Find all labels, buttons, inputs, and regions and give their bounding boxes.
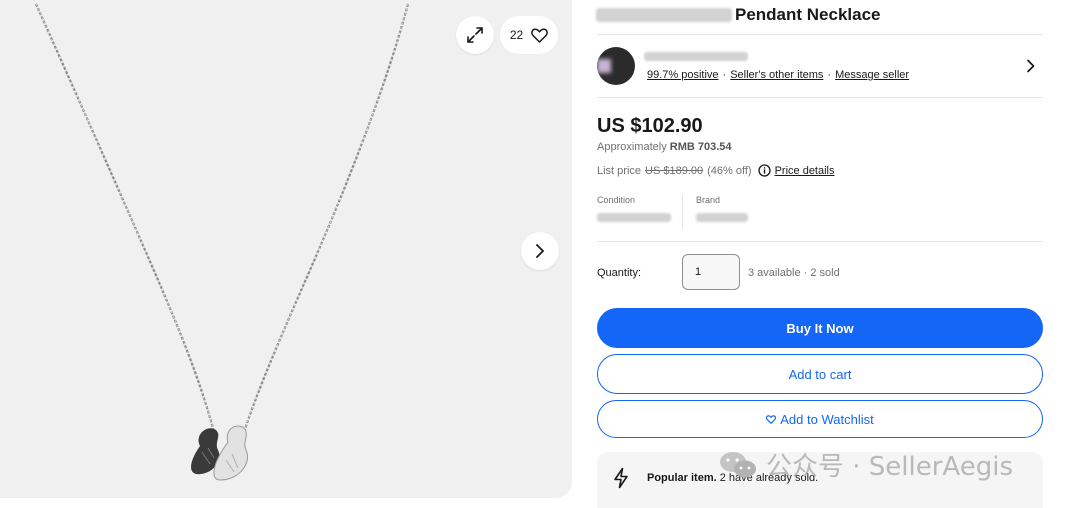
heart-icon	[766, 414, 777, 424]
seller-avatar[interactable]	[597, 47, 635, 85]
seller-links: 99.7% positive · Seller's other items · Mess…	[647, 69, 909, 81]
seller-name-blurred	[644, 52, 748, 61]
seller-other-items-link[interactable]: Seller's other items	[730, 69, 823, 81]
add-to-watchlist-button[interactable]: Add to Watchlist	[597, 400, 1043, 438]
buy-it-now-label: Buy It Now	[786, 320, 854, 336]
lightning-icon	[614, 467, 628, 489]
approx-value: RMB 703.54	[669, 141, 732, 153]
divider	[597, 97, 1043, 98]
next-image-button[interactable]	[521, 232, 559, 270]
discount-percent: (46% off)	[707, 164, 752, 177]
quantity-input[interactable]: 1	[682, 254, 740, 290]
list-price-row: List price US $189.00 (46% off) Price de…	[597, 164, 835, 177]
swan-pendant	[191, 425, 248, 481]
add-to-cart-button[interactable]: Add to cart	[597, 354, 1043, 394]
seller-feedback-link[interactable]: 99.7% positive	[647, 69, 719, 81]
condition-label: Condition	[597, 195, 636, 205]
add-to-watchlist-label: Add to Watchlist	[780, 411, 874, 427]
wechat-icon	[720, 451, 756, 477]
info-icon[interactable]	[757, 164, 771, 177]
list-price-label: List price	[597, 164, 642, 177]
price-approx: Approximately RMB 703.54	[597, 141, 732, 153]
title-blurred-part	[596, 8, 732, 22]
quantity-label: Quantity:	[597, 267, 642, 279]
message-seller-link[interactable]: Message seller	[835, 69, 909, 81]
seller-card[interactable]	[597, 40, 1043, 96]
spec-separator	[682, 194, 683, 228]
watermark: 公众号 · SellerAegis	[718, 446, 1013, 483]
heart-icon	[531, 27, 548, 43]
chevron-right-icon	[536, 244, 544, 258]
divider	[597, 34, 1043, 35]
list-price-value: US $189.00	[645, 164, 704, 177]
price-main: US $102.90	[597, 115, 703, 137]
watch-count-button[interactable]: 22	[500, 16, 558, 54]
brand-label: Brand	[696, 195, 721, 205]
approx-prefix: Approximately	[597, 141, 667, 153]
watermark-text: 公众号 · SellerAegis	[766, 452, 1014, 482]
popular-item-bold: Popular item.	[647, 472, 717, 484]
quantity-value: 1	[695, 266, 702, 278]
product-image-gallery[interactable]: 22	[0, 0, 572, 498]
price-details-link[interactable]: Price details	[775, 165, 835, 177]
brand-value-blurred	[696, 213, 748, 222]
add-to-cart-label: Add to cart	[788, 366, 852, 382]
divider	[597, 241, 1043, 242]
chevron-right-icon[interactable]	[1026, 59, 1036, 73]
product-image-necklace	[34, 3, 410, 481]
link-separator: ·	[722, 69, 727, 81]
listing-title: Pendant Necklace	[735, 5, 881, 24]
buy-it-now-button[interactable]: Buy It Now	[597, 308, 1043, 348]
availability-text: 3 available · 2 sold	[748, 267, 840, 279]
watch-count: 22	[509, 28, 524, 42]
expand-icon	[467, 27, 483, 43]
expand-image-button[interactable]	[456, 16, 494, 54]
link-separator: ·	[827, 69, 832, 81]
condition-value-blurred	[597, 213, 671, 222]
